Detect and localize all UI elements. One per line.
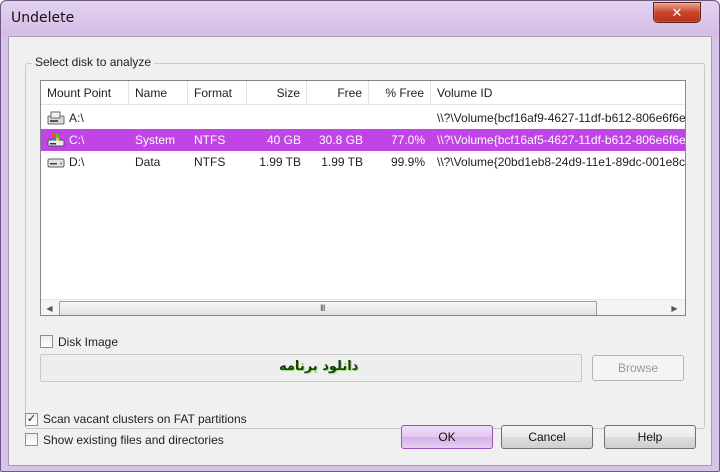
cancel-button[interactable]: Cancel	[501, 425, 593, 449]
table-row-selected[interactable]: C:\ System NTFS 40 GB 30.8 GB 77.0% \\?\…	[41, 129, 686, 151]
cell-size: 40 GB	[266, 133, 301, 147]
watermark-text: دانلود برنامه	[279, 359, 359, 374]
cell-free	[307, 107, 369, 129]
undelete-dialog: Undelete ✕ Select disk to analyze Mount …	[0, 0, 720, 472]
column-header-format[interactable]: Format	[188, 81, 247, 105]
cell-format: NTFS	[194, 155, 226, 169]
scan-vacant-checkbox[interactable]: ✓	[25, 413, 38, 426]
dialog-body: Select disk to analyze Mount Point Name …	[8, 36, 712, 466]
cell-format	[188, 107, 247, 129]
column-header-free[interactable]: Free	[307, 81, 369, 105]
cell-mount-point: C:\	[69, 133, 85, 147]
show-existing-checkbox[interactable]	[25, 433, 38, 446]
show-existing-label[interactable]: Show existing files and directories	[43, 433, 224, 447]
column-header-volume-id[interactable]: Volume ID	[431, 81, 685, 105]
scroll-left-arrow-icon[interactable]: ◀	[41, 300, 58, 315]
ok-button[interactable]: OK	[401, 425, 493, 449]
cell-volume-id: \\?\Volume{bcf16af9-4627-11df-b612-806e6…	[437, 111, 686, 125]
scan-vacant-label[interactable]: Scan vacant clusters on FAT partitions	[43, 412, 247, 426]
cell-volume-id: \\?\Volume{bcf16af5-4627-11df-b612-806e6…	[437, 133, 686, 147]
cell-format: NTFS	[194, 133, 226, 147]
list-header: Mount Point Name Format Size Free % Free…	[41, 81, 685, 105]
cell-free: 30.8 GB	[318, 133, 363, 147]
column-header-mount-point[interactable]: Mount Point	[41, 81, 129, 105]
disk-image-path-field[interactable]: دانلود برنامه	[40, 354, 582, 382]
cell-name: Data	[135, 155, 161, 169]
cell-name	[129, 107, 188, 129]
table-row[interactable]: D:\ Data NTFS 1.99 TB 1.99 TB 99.9% \\?\…	[41, 151, 685, 173]
column-header-name[interactable]: Name	[129, 81, 188, 105]
group-legend: Select disk to analyze	[32, 55, 155, 69]
window-title: Undelete	[11, 10, 75, 26]
disk-image-checkbox[interactable]	[40, 335, 53, 348]
cell-pct-free: 99.9%	[390, 155, 425, 169]
scroll-right-arrow-icon[interactable]: ▶	[666, 300, 683, 315]
cell-pct-free: 77.0%	[390, 133, 425, 147]
scroll-grip-icon: III	[320, 303, 325, 313]
cell-name: System	[135, 133, 176, 147]
column-header-pct-free[interactable]: % Free	[369, 81, 431, 105]
title-bar: Undelete ✕	[1, 1, 719, 35]
disk-select-group: Select disk to analyze Mount Point Name …	[25, 55, 705, 429]
cell-volume-id: \\?\Volume{20bd1eb8-24d9-11e1-89dc-001e8…	[437, 155, 685, 169]
scroll-thumb[interactable]: III	[59, 301, 597, 315]
disk-list[interactable]: Mount Point Name Format Size Free % Free…	[40, 80, 686, 316]
cell-free: 1.99 TB	[321, 155, 363, 169]
browse-button[interactable]: Browse	[592, 355, 684, 381]
column-header-size[interactable]: Size	[247, 81, 307, 105]
close-button[interactable]: ✕	[653, 2, 701, 23]
cell-mount-point: A:\	[69, 111, 84, 125]
horizontal-scrollbar[interactable]: ◀ III ▶	[41, 299, 685, 315]
disk-image-label[interactable]: Disk Image	[58, 335, 118, 349]
cell-mount-point: D:\	[69, 155, 85, 169]
table-row[interactable]: A:\ \\?\Volume{bcf16af9-4627-11df-b612-8…	[41, 107, 686, 129]
cell-size	[247, 107, 307, 129]
cell-size: 1.99 TB	[259, 155, 301, 169]
help-button[interactable]: Help	[604, 425, 696, 449]
cell-pct-free	[369, 107, 431, 129]
